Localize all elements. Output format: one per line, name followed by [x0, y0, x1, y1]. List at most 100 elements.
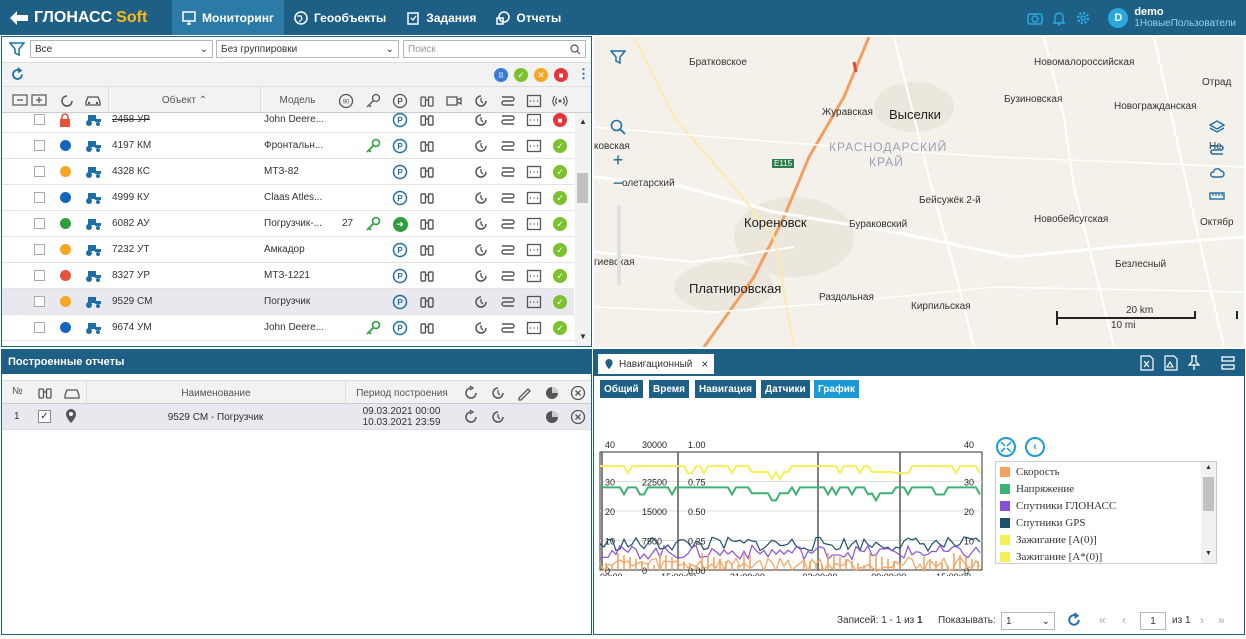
scroll-up-icon[interactable]: ▲ — [579, 117, 587, 126]
commands-icon[interactable] — [526, 294, 542, 310]
binoculars-icon[interactable] — [419, 294, 435, 310]
row-checkbox[interactable] — [34, 140, 45, 151]
nav-geoobjects[interactable]: Геообъекты — [284, 0, 396, 35]
route-icon[interactable] — [500, 268, 516, 284]
report-chart[interactable]: 403020100300002250015000750001.000.750.5… — [597, 436, 987, 576]
binoculars-icon[interactable] — [419, 320, 435, 336]
scroll-thumb[interactable] — [1203, 477, 1214, 511]
close-icon[interactable]: × — [701, 357, 708, 371]
user-menu[interactable]: D demo 1НовыеПользователи — [1108, 6, 1236, 29]
row-checkbox[interactable] — [34, 192, 45, 203]
map-search-button[interactable] — [607, 116, 629, 138]
tools-filter-icon[interactable]: ✕ — [534, 68, 548, 82]
key-icon[interactable] — [365, 138, 381, 154]
row-checkbox[interactable] — [34, 322, 45, 333]
binoculars-icon[interactable] — [419, 242, 435, 258]
grouping-select[interactable]: Без группировки ⌄ — [216, 40, 399, 58]
nav-monitoring[interactable]: Мониторинг — [172, 0, 284, 35]
status-filter-select[interactable]: Все ⌄ — [30, 40, 213, 58]
route-icon[interactable] — [500, 138, 516, 154]
history-icon[interactable] — [473, 242, 489, 258]
app-logo[interactable]: ГЛОНАСС Soft — [8, 7, 147, 29]
layout-icon[interactable] — [1220, 355, 1236, 374]
route-icon[interactable] — [500, 164, 516, 180]
table-row[interactable]: 7232 УТ Амкадор P ✓ — [2, 237, 574, 263]
history-icon[interactable] — [473, 216, 489, 232]
row-checkbox[interactable] — [34, 296, 45, 307]
nav-tasks[interactable]: Задания — [396, 0, 486, 35]
binoculars-icon[interactable] — [419, 138, 435, 154]
name-column-header[interactable]: Наименование — [86, 381, 345, 405]
key-icon[interactable] — [365, 320, 381, 336]
report-checkbox[interactable]: ✓ — [38, 410, 51, 423]
key-icon[interactable] — [365, 216, 381, 232]
history-icon[interactable] — [473, 138, 489, 154]
legend-item[interactable]: Напряжение — [996, 480, 1216, 497]
zoom-out-button[interactable]: − — [607, 172, 629, 194]
objects-scrollbar[interactable]: ▲ ▼ — [575, 113, 590, 346]
route-icon[interactable] — [500, 242, 516, 258]
lock-filter-icon[interactable]: ■ — [554, 68, 568, 82]
commands-icon[interactable] — [526, 216, 542, 232]
row-checkbox[interactable] — [34, 114, 45, 125]
legend-item[interactable]: Зажигание [A(0)] — [996, 531, 1216, 548]
route-icon[interactable] — [500, 294, 516, 310]
camera-icon[interactable] — [1026, 9, 1044, 27]
history-icon[interactable] — [473, 164, 489, 180]
parking-icon[interactable]: P — [392, 112, 408, 128]
weather-icon[interactable] — [1206, 162, 1228, 184]
scroll-down-icon[interactable]: ▼ — [579, 332, 587, 341]
parking-icon[interactable]: P — [392, 138, 408, 154]
binoculars-icon[interactable] — [419, 216, 435, 232]
table-row[interactable]: 6082 АУ Погрузчик-... 27 ➜ ✓ — [2, 211, 574, 237]
commands-icon[interactable] — [526, 164, 542, 180]
commands-icon[interactable] — [526, 242, 542, 258]
report-history-icon[interactable] — [490, 409, 506, 428]
parking-icon[interactable]: P — [392, 164, 408, 180]
row-checkbox[interactable] — [34, 166, 45, 177]
map-pin-edit-icon[interactable] — [516, 385, 532, 404]
zoom-slider[interactable] — [617, 205, 621, 285]
history-icon[interactable] — [490, 385, 506, 404]
route-icon[interactable] — [500, 190, 516, 206]
legend-item[interactable]: Спутники GPS — [996, 514, 1216, 531]
period-column-header[interactable]: Период построения — [345, 381, 458, 405]
rebuild-icon[interactable] — [463, 385, 479, 404]
row-checkbox[interactable] — [34, 218, 45, 229]
pie-chart-icon[interactable] — [544, 385, 560, 404]
table-row[interactable]: 8327 УР МТЗ-1221 P ✓ — [2, 263, 574, 289]
commands-icon[interactable] — [526, 190, 542, 206]
prev-page-icon[interactable]: ‹ — [1122, 613, 1126, 627]
row-checkbox[interactable] — [34, 244, 45, 255]
scroll-thumb[interactable] — [577, 173, 588, 203]
commands-icon[interactable] — [526, 112, 542, 128]
binoculars-icon[interactable] — [419, 164, 435, 180]
commands-icon[interactable] — [526, 138, 542, 154]
row-checkbox[interactable] — [34, 270, 45, 281]
parking-icon[interactable]: P — [392, 320, 408, 336]
fullscreen-icon[interactable] — [996, 437, 1016, 457]
pause-icon[interactable]: II — [494, 68, 508, 82]
refresh-icon[interactable] — [10, 67, 25, 85]
route-icon[interactable] — [500, 320, 516, 336]
layers-icon[interactable] — [1206, 116, 1228, 138]
binoculars-icon[interactable] — [37, 385, 53, 404]
lock-status-icon[interactable]: ■ — [552, 112, 568, 128]
first-page-icon[interactable]: « — [1099, 613, 1106, 627]
pin-icon[interactable] — [1187, 355, 1201, 374]
bell-icon[interactable] — [1050, 9, 1068, 27]
table-row[interactable]: 4328 КС МТЗ-82 P ✓ — [2, 159, 574, 185]
nav-reports[interactable]: Отчеты — [486, 0, 571, 35]
report-delete-icon[interactable] — [570, 409, 586, 428]
parking-icon[interactable]: P — [392, 294, 408, 310]
subtab-sensors[interactable]: Датчики — [761, 380, 810, 398]
history-icon[interactable] — [473, 294, 489, 310]
map-filter-button[interactable] — [607, 46, 629, 68]
scroll-up-icon[interactable]: ▲ — [1205, 464, 1212, 471]
table-row[interactable]: 9529 СМ Погрузчик P ✓ — [2, 289, 574, 315]
history-icon[interactable] — [473, 320, 489, 336]
car-icon[interactable] — [63, 386, 81, 403]
excel-export-icon[interactable] — [1140, 355, 1154, 374]
page-size-select[interactable]: 1 ⌄ — [1001, 612, 1055, 630]
check-filter-icon[interactable]: ✓ — [514, 68, 528, 82]
